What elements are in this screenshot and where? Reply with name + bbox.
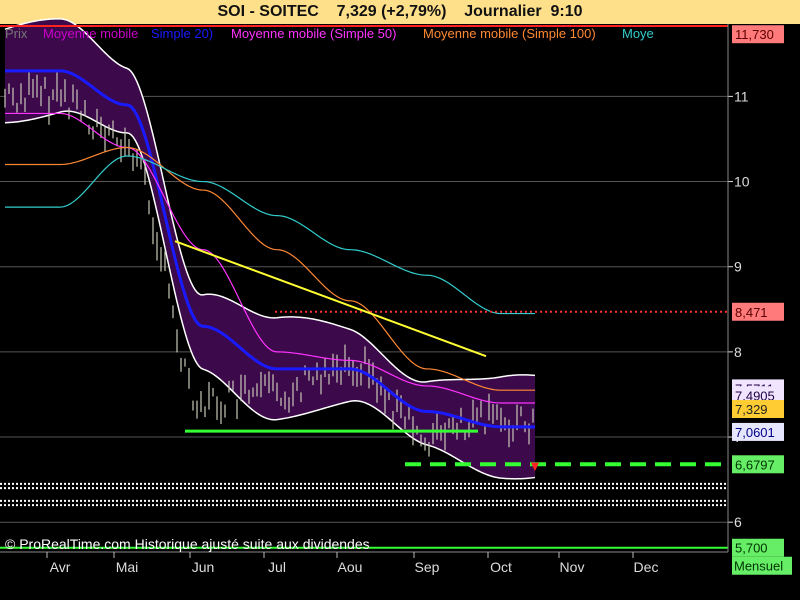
- y-tick-label: 9: [734, 259, 742, 275]
- y-tick-label: 10: [734, 174, 750, 190]
- x-tick-label: Jun: [192, 559, 215, 575]
- price-tag-label: 7,329: [735, 402, 768, 417]
- legend: Prix Moyenne mobile Simple 20) Moyenne mobi…: [5, 26, 654, 41]
- y-tick-label: 8: [734, 344, 742, 360]
- price-tag-label: 5,700: [735, 541, 768, 556]
- x-tick-label: Mai: [116, 559, 139, 575]
- price-chart[interactable]: Prix Moyenne mobile Simple 20) Moyenne mobi…: [0, 0, 800, 600]
- x-tick-label: Jul: [268, 559, 286, 575]
- y-tick-label: 6: [734, 514, 742, 530]
- x-tick-label: Oct: [490, 559, 512, 575]
- legend-item: Prix: [5, 26, 28, 41]
- price-tag-label: 11,730: [735, 27, 774, 42]
- price-tag-label: 8,471: [735, 305, 768, 320]
- monthly-label: Mensuel: [734, 559, 783, 574]
- y-tick-label: 11: [734, 88, 749, 104]
- x-tick-label: Dec: [634, 559, 659, 575]
- x-tick-label: Avr: [50, 559, 71, 575]
- price-tag-label: 7,0601: [735, 425, 775, 440]
- footer-credit: © ProRealTime.com Historique ajusté suit…: [5, 536, 370, 552]
- legend-item: Moye: [622, 26, 654, 41]
- legend-item: Simple 20): [151, 26, 213, 41]
- price-tag-label: 6,6797: [735, 457, 775, 472]
- legend-item: Moyenne mobile (Simple 100): [423, 26, 596, 41]
- x-tick-label: Nov: [560, 559, 585, 575]
- x-tick-label: Sep: [415, 559, 440, 575]
- time-axis: Avr Mai Jun Jul Aou Sep Oct Nov Dec: [0, 551, 800, 600]
- x-tick-label: Aou: [338, 559, 363, 575]
- legend-item: Moyenne mobile (Simple 50): [231, 26, 396, 41]
- legend-item: Moyenne mobile: [43, 26, 138, 41]
